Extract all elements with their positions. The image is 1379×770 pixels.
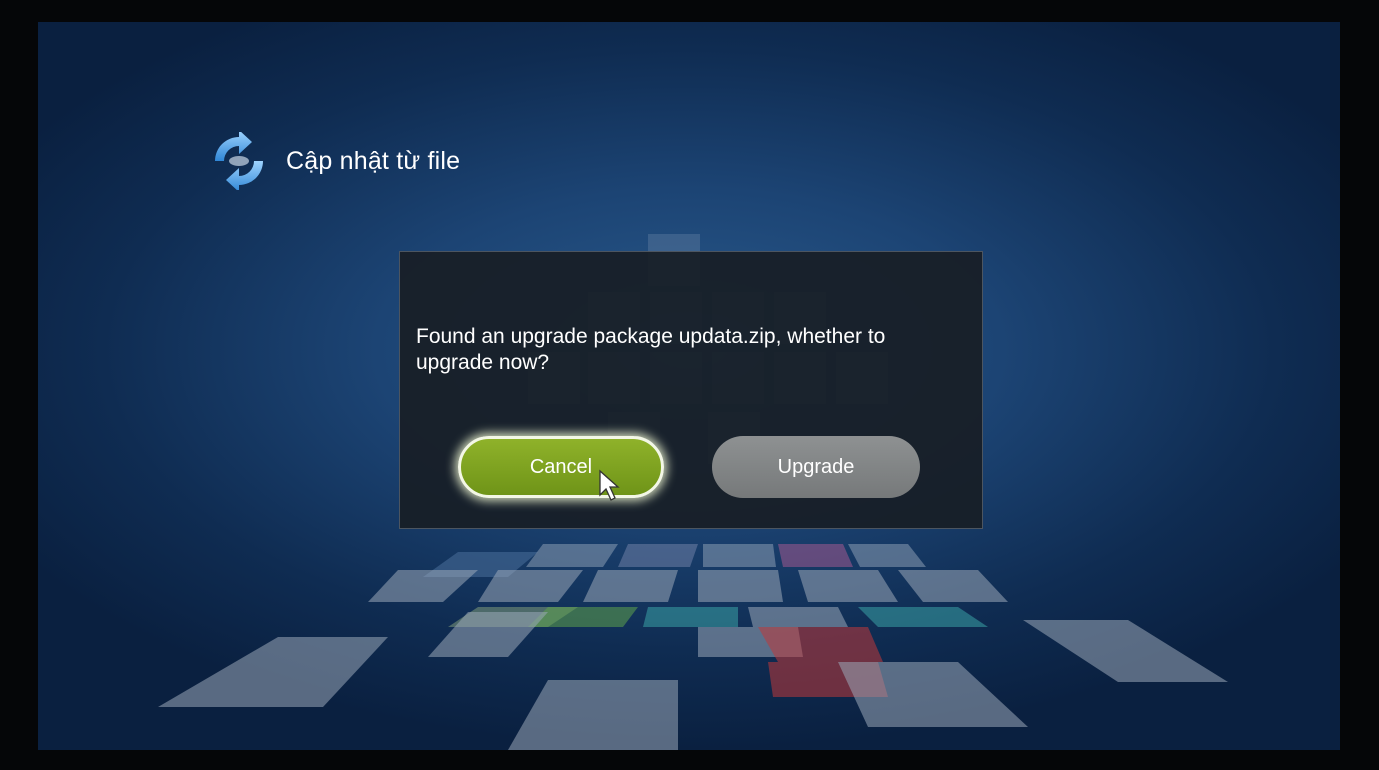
header: Cập nhật từ file <box>210 132 460 190</box>
cancel-button[interactable]: Cancel <box>458 436 664 498</box>
upgrade-dialog: Found an upgrade package updata.zip, whe… <box>399 251 983 529</box>
upgrade-button[interactable]: Upgrade <box>712 436 920 498</box>
mouse-pointer-icon <box>599 469 620 501</box>
refresh-arrows-icon <box>215 132 263 190</box>
tv-screen: Cập nhật từ file Found an upgrade packag… <box>38 22 1340 750</box>
page-title: Cập nhật từ file <box>286 146 461 175</box>
dialog-message: Found an upgrade package updata.zip, whe… <box>416 325 886 374</box>
